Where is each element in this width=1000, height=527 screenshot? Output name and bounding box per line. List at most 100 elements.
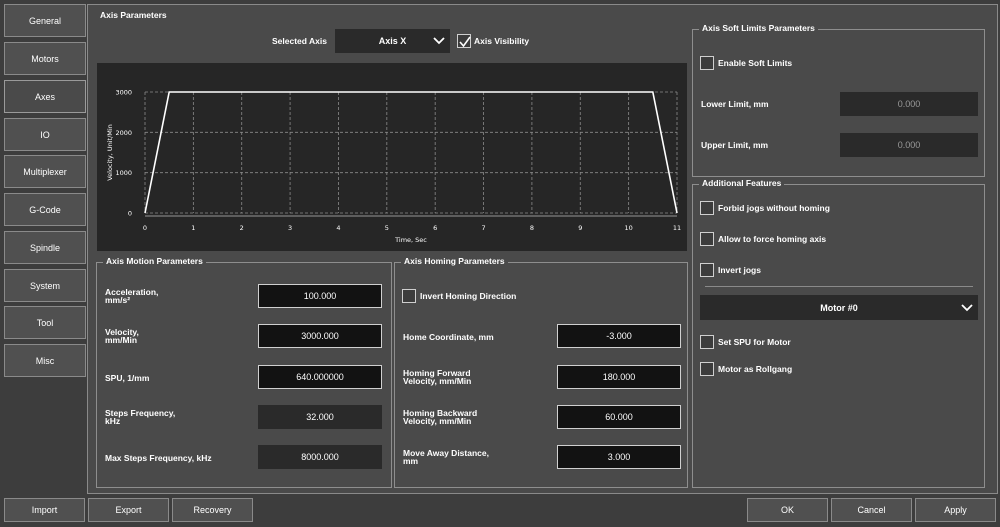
motion-field-value: 100.000 <box>303 291 337 301</box>
axis-visibility-checkbox[interactable] <box>457 34 471 48</box>
ok-button[interactable]: OK <box>747 498 828 522</box>
motor-rollgang-checkbox[interactable] <box>700 362 714 376</box>
nav-label: Axes <box>34 91 55 102</box>
invert-jogs-label: Invert jogs <box>718 265 761 275</box>
forbid-jogs-checkbox[interactable] <box>700 201 714 215</box>
import-button[interactable]: Import <box>4 498 85 522</box>
additional-features-title: Additional Features <box>699 178 785 188</box>
nav-multiplexer[interactable]: Multiplexer <box>4 155 86 188</box>
additional-features-group: Additional Features <box>692 178 985 488</box>
apply-label: Apply <box>944 505 967 515</box>
x-tick-label: 4 <box>336 224 340 232</box>
nav-axes[interactable]: Axes <box>4 80 86 113</box>
lower-limit-field[interactable]: 0.000 <box>840 92 978 116</box>
forbid-jogs-label: Forbid jogs without homing <box>718 203 830 213</box>
homing-field-input[interactable]: -3.000 <box>557 324 681 348</box>
nav-label: System <box>29 280 60 291</box>
force-homing-checkbox[interactable] <box>700 232 714 246</box>
upper-limit-field[interactable]: 0.000 <box>840 133 978 157</box>
homing-field-unit: Velocity, mm/Min <box>403 416 472 426</box>
nav-io[interactable]: IO <box>4 118 86 151</box>
nav-label: IO <box>40 129 50 140</box>
x-tick-label: 6 <box>433 224 437 232</box>
motion-field-value: 640.000000 <box>296 372 344 382</box>
nav-misc[interactable]: Misc <box>4 344 86 377</box>
x-tick-label: 10 <box>624 224 632 232</box>
nav-label: Tool <box>36 317 54 328</box>
nav-label: General <box>28 15 62 26</box>
x-tick-label: 11 <box>673 224 681 232</box>
homing-field-value: 60.000 <box>605 412 633 422</box>
nav-label: Motors <box>31 53 59 64</box>
upper-limit-label: Upper Limit, mm <box>701 140 769 150</box>
x-tick-label: 1 <box>191 224 195 232</box>
homing-field-input[interactable]: 60.000 <box>557 405 681 429</box>
velocity-chart: 0 1 2 3 4 5 6 7 8 9 10 11 0 1000 2000 3000 Time, Sec Ve… <box>97 63 687 251</box>
motion-field-unit: kHz <box>105 416 121 426</box>
nav-system[interactable]: System <box>4 269 86 302</box>
y-tick-label: 3000 <box>115 89 132 97</box>
nav-motors[interactable]: Motors <box>4 42 86 75</box>
enable-soft-limits-checkbox[interactable] <box>700 56 714 70</box>
homing-field-input[interactable]: 3.000 <box>557 445 681 469</box>
motor-select-value: Motor #0 <box>820 302 858 313</box>
motion-field-input[interactable]: 32.000 <box>258 405 382 429</box>
homing-field-unit: mm <box>403 456 419 466</box>
recovery-label: Recovery <box>193 505 232 515</box>
axis-homing-title: Axis Homing Parameters <box>401 256 508 266</box>
recovery-button[interactable]: Recovery <box>172 498 253 522</box>
homing-field-unit: Velocity, mm/Min <box>403 376 472 386</box>
homing-field-value: 180.000 <box>602 372 636 382</box>
lower-limit-value: 0.000 <box>897 99 921 109</box>
chevron-down-icon <box>433 37 445 45</box>
velocity-profile-line <box>144 91 678 214</box>
chart-y-label: Velocity, Unit/Min <box>106 124 114 181</box>
motion-field-input[interactable]: 8000.000 <box>258 445 382 469</box>
chart-ticks: 0 1 2 3 4 5 6 7 8 9 10 11 0 1000 2000 3000 <box>115 89 681 233</box>
homing-field-input[interactable]: 180.000 <box>557 365 681 389</box>
x-tick-label: 5 <box>385 224 389 232</box>
nav-spindle[interactable]: Spindle <box>4 231 86 264</box>
nav-label: Multiplexer <box>23 166 67 177</box>
soft-limits-title: Axis Soft Limits Parameters <box>699 23 818 33</box>
axis-parameters-title: Axis Parameters <box>97 10 170 20</box>
invert-jogs-checkbox[interactable] <box>700 263 714 277</box>
x-tick-label: 8 <box>530 224 534 232</box>
selected-axis-select[interactable]: Axis X <box>335 29 450 53</box>
motor-select[interactable]: Motor #0 <box>700 295 978 320</box>
velocity-chart-svg: 0 1 2 3 4 5 6 7 8 9 10 11 0 1000 2000 3000 Time, Sec Ve… <box>106 89 681 245</box>
nav-general[interactable]: General <box>4 4 86 37</box>
cancel-label: Cancel <box>857 505 886 515</box>
cancel-button[interactable]: Cancel <box>831 498 912 522</box>
nav-label: G-Code <box>29 204 61 215</box>
x-tick-label: 2 <box>240 224 244 232</box>
lower-limit-label: Lower Limit, mm <box>701 99 769 109</box>
motion-field-input[interactable]: 3000.000 <box>258 324 382 348</box>
chart-grid <box>144 91 678 217</box>
axis-motion-title: Axis Motion Parameters <box>103 256 206 266</box>
motion-field-value: 3000.000 <box>301 331 339 341</box>
homing-field-label: Home Coordinate, mm <box>403 332 494 342</box>
chevron-down-icon <box>961 303 973 311</box>
selected-axis-label: Selected Axis <box>272 36 327 46</box>
x-tick-label: 9 <box>578 224 582 232</box>
export-label: Export <box>115 505 142 515</box>
force-homing-label: Allow to force homing axis <box>718 234 827 244</box>
nav-tool[interactable]: Tool <box>4 306 86 339</box>
axis-visibility-label: Axis Visibility <box>474 36 530 46</box>
nav-gcode[interactable]: G-Code <box>4 193 86 226</box>
motor-rollgang-label: Motor as Rollgang <box>718 364 793 374</box>
apply-button[interactable]: Apply <box>915 498 996 522</box>
export-button[interactable]: Export <box>88 498 169 522</box>
chart-x-label: Time, Sec <box>394 236 427 244</box>
motion-field-input[interactable]: 640.000000 <box>258 365 382 389</box>
set-spu-checkbox[interactable] <box>700 335 714 349</box>
invert-homing-checkbox[interactable] <box>402 289 416 303</box>
nav-label: Spindle <box>29 242 61 253</box>
motion-field-label: Max Steps Frequency, kHz <box>105 453 212 463</box>
motion-field-input[interactable]: 100.000 <box>258 284 382 308</box>
invert-homing-label: Invert Homing Direction <box>420 291 517 301</box>
homing-field-value: 3.000 <box>607 452 631 462</box>
set-spu-label: Set SPU for Motor <box>718 337 791 347</box>
y-tick-label: 1000 <box>115 169 132 177</box>
